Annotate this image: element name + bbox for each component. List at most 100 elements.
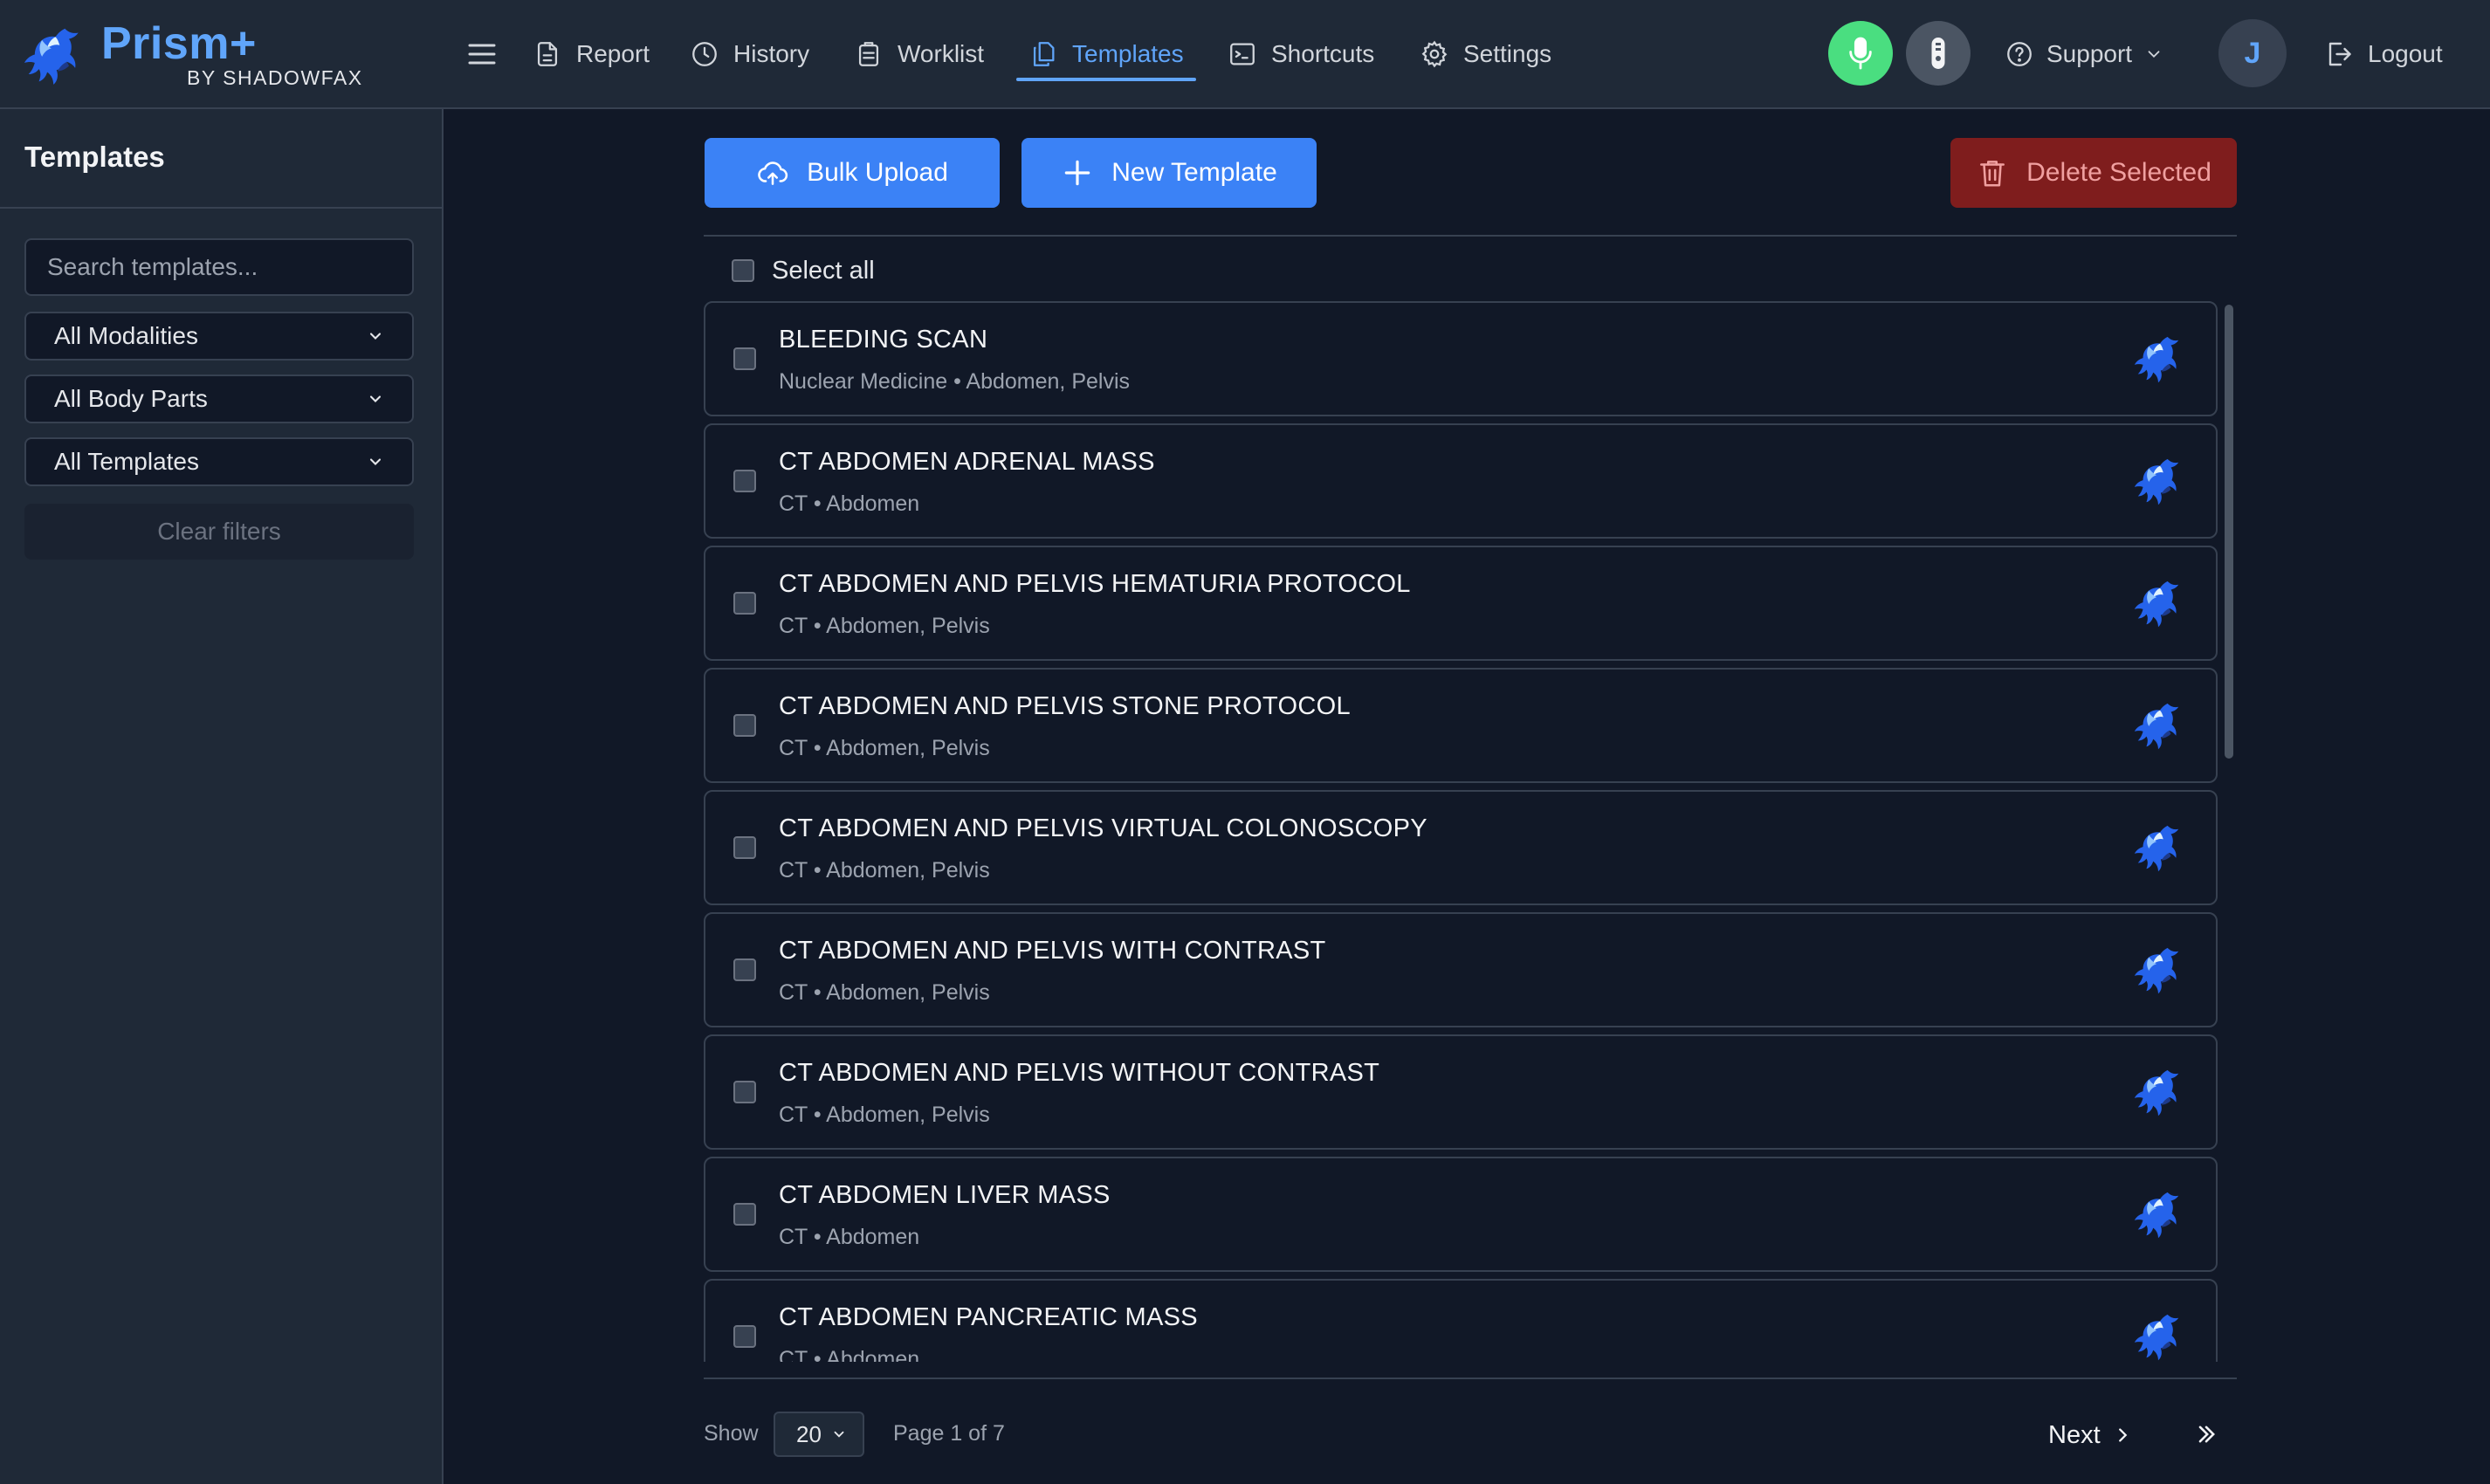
row-checkbox[interactable] — [733, 592, 756, 615]
select-all-checkbox[interactable] — [732, 259, 754, 282]
template-list[interactable]: BLEEDING SCAN Nuclear Medicine • Abdomen… — [704, 299, 2237, 1362]
delete-selected-label: Delete Selected — [2026, 158, 2211, 187]
brand[interactable]: Prism+ BY SHADOWFAX — [19, 16, 368, 94]
list-divider — [704, 235, 2237, 237]
filter-sidebar: Templates All Modalities All Body Parts … — [0, 109, 444, 1484]
logout-button[interactable]: Logout — [2322, 26, 2443, 82]
template-title: CT ABDOMEN ADRENAL MASS — [779, 448, 1155, 476]
template-row[interactable]: CT ABDOMEN LIVER MASS CT • Abdomen — [704, 1157, 2218, 1272]
hamburger-menu-icon[interactable] — [466, 38, 498, 70]
row-checkbox[interactable] — [733, 836, 756, 859]
horse-logo-icon[interactable] — [2130, 1310, 2184, 1362]
nav-shortcuts[interactable]: Shortcuts — [1228, 26, 1374, 82]
row-checkbox[interactable] — [733, 958, 756, 981]
template-body-parts: Abdomen, Pelvis — [826, 858, 990, 883]
template-modality: CT — [779, 858, 808, 883]
page-info: Page 1 of 7 — [893, 1421, 1005, 1446]
modality-filter-select[interactable]: All Modalities — [24, 312, 414, 361]
body-part-filter-value: All Body Parts — [54, 385, 208, 412]
template-row[interactable]: CT ABDOMEN PANCREATIC MASS CT • Abdomen — [704, 1279, 2218, 1362]
nav-settings[interactable]: Settings — [1420, 26, 1551, 82]
horse-logo-icon[interactable] — [2130, 1066, 2184, 1122]
brand-title: Prism+ — [101, 18, 257, 69]
template-meta: CT • Abdomen, Pelvis — [779, 980, 990, 1005]
template-row[interactable]: CT ABDOMEN AND PELVIS WITHOUT CONTRAST C… — [704, 1034, 2218, 1150]
modality-filter-value: All Modalities — [54, 322, 198, 349]
logout-label: Logout — [2368, 40, 2443, 67]
brand-subtitle: BY SHADOWFAX — [187, 66, 363, 89]
page-size-select[interactable]: 20 — [774, 1412, 864, 1457]
help-circle-icon — [2007, 42, 2032, 66]
template-title: CT ABDOMEN AND PELVIS STONE PROTOCOL — [779, 692, 1351, 720]
template-modality: Nuclear Medicine — [779, 369, 948, 394]
user-avatar[interactable]: J — [2218, 19, 2287, 87]
page-size-value: 20 — [796, 1420, 822, 1447]
template-meta: Nuclear Medicine • Abdomen, Pelvis — [779, 369, 1131, 394]
nav-report-label: Report — [576, 40, 650, 67]
sidebar-divider — [0, 207, 442, 209]
template-row[interactable]: CT ABDOMEN AND PELVIS STONE PROTOCOL CT … — [704, 668, 2218, 783]
select-all-control[interactable]: Select all — [732, 253, 875, 288]
row-checkbox[interactable] — [733, 1081, 756, 1103]
horse-logo-icon[interactable] — [2130, 944, 2184, 1000]
top-navbar: Prism+ BY SHADOWFAX Report History Workl… — [0, 0, 2490, 109]
body-part-filter-select[interactable]: All Body Parts — [24, 374, 414, 423]
template-row[interactable]: CT ABDOMEN ADRENAL MASS CT • Abdomen — [704, 423, 2218, 539]
bulk-upload-label: Bulk Upload — [807, 158, 948, 187]
row-checkbox[interactable] — [733, 1203, 756, 1226]
row-checkbox[interactable] — [733, 470, 756, 492]
horse-logo-icon[interactable] — [2130, 1188, 2184, 1244]
template-body-parts: Abdomen, Pelvis — [826, 736, 990, 760]
horse-logo-icon[interactable] — [2130, 577, 2184, 633]
gear-icon — [1421, 40, 1448, 68]
pagination-divider — [704, 1378, 2237, 1379]
chevron-down-icon — [369, 458, 382, 465]
template-body-parts: Abdomen, Pelvis — [826, 1103, 990, 1127]
horse-logo-icon[interactable] — [2130, 333, 2184, 388]
list-scrollbar[interactable] — [2225, 305, 2233, 759]
template-modality: CT — [779, 1347, 808, 1362]
nav-worklist[interactable]: Worklist — [854, 26, 984, 82]
template-meta: CT • Abdomen — [779, 491, 920, 516]
new-template-button[interactable]: New Template — [1021, 138, 1317, 208]
row-checkbox[interactable] — [733, 347, 756, 370]
template-row[interactable]: CT ABDOMEN AND PELVIS HEMATURIA PROTOCOL… — [704, 546, 2218, 661]
show-label: Show — [704, 1421, 759, 1446]
select-all-label: Select all — [772, 256, 875, 285]
row-checkbox[interactable] — [733, 714, 756, 737]
nav-worklist-label: Worklist — [898, 40, 985, 67]
support-dropdown[interactable]: Support — [2005, 26, 2163, 82]
nav-templates[interactable]: Templates — [1016, 26, 1196, 82]
template-filter-select[interactable]: All Templates — [24, 437, 414, 486]
template-row[interactable]: CT ABDOMEN AND PELVIS WITH CONTRAST CT •… — [704, 912, 2218, 1027]
template-title: CT ABDOMEN PANCREATIC MASS — [779, 1303, 1198, 1331]
nav-settings-label: Settings — [1463, 40, 1552, 67]
horse-logo-icon[interactable] — [2130, 455, 2184, 511]
next-page-button[interactable]: Next — [2048, 1412, 2132, 1458]
row-checkbox[interactable] — [733, 1325, 756, 1348]
template-title: BLEEDING SCAN — [779, 326, 988, 354]
nav-history[interactable]: History — [690, 26, 809, 82]
template-body-parts: Abdomen, Pelvis — [826, 980, 990, 1005]
clear-filters-button[interactable]: Clear filters — [24, 504, 414, 560]
delete-selected-button[interactable]: Delete Selected — [1950, 138, 2237, 208]
microphone-button[interactable] — [1828, 21, 1893, 86]
template-row[interactable]: BLEEDING SCAN Nuclear Medicine • Abdomen… — [704, 301, 2218, 416]
copy-icon — [1033, 42, 1055, 66]
search-templates-input[interactable] — [24, 238, 414, 296]
nav-report[interactable]: Report — [533, 26, 650, 82]
nav-history-label: History — [733, 40, 810, 67]
horse-logo-icon[interactable] — [2130, 699, 2184, 755]
dictation-device-button[interactable] — [1906, 21, 1971, 86]
template-meta: CT • Abdomen, Pelvis — [779, 1103, 990, 1127]
plus-icon — [1064, 160, 1090, 186]
clipboard-icon — [858, 42, 879, 66]
template-title: CT ABDOMEN AND PELVIS VIRTUAL COLONOSCOP… — [779, 814, 1427, 842]
trash-icon — [1980, 161, 2005, 187]
bulk-upload-button[interactable]: Bulk Upload — [705, 138, 1000, 208]
last-page-button[interactable] — [2190, 1418, 2223, 1451]
horse-logo-icon[interactable] — [2130, 821, 2184, 877]
template-row[interactable]: CT ABDOMEN AND PELVIS VIRTUAL COLONOSCOP… — [704, 790, 2218, 905]
app-root: Prism+ BY SHADOWFAX Report History Workl… — [0, 0, 2490, 1484]
terminal-icon — [1230, 43, 1255, 65]
